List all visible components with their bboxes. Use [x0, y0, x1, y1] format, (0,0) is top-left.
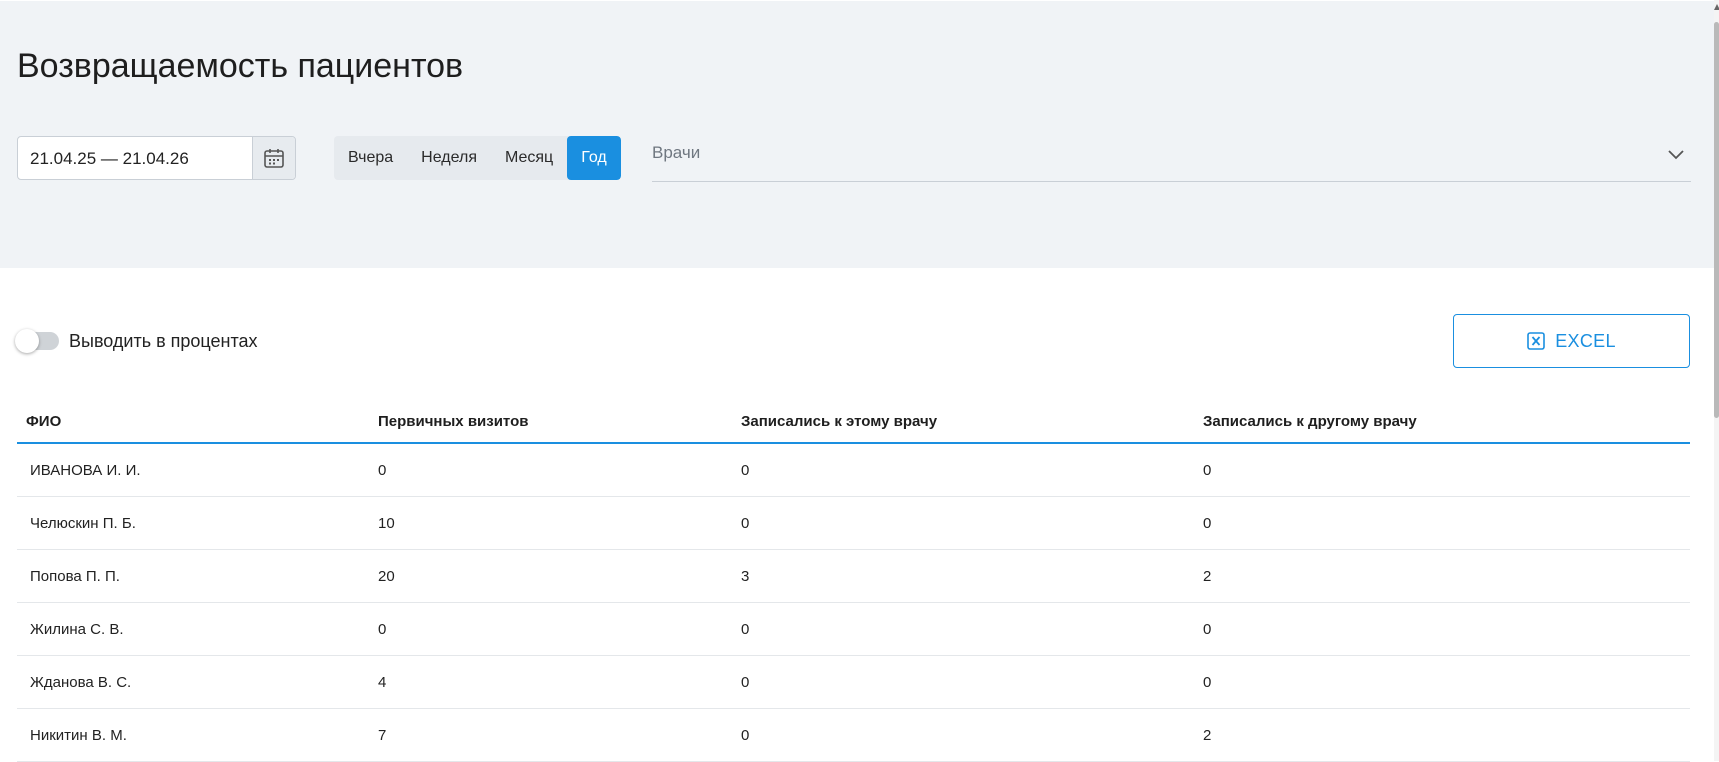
- period-month-button[interactable]: Месяц: [491, 136, 567, 180]
- cell-other-doctor: 2: [1203, 549, 1690, 603]
- table-row[interactable]: Челюскин П. Б. 10 0 0: [17, 496, 1690, 550]
- percent-toggle-row: Выводить в процентах: [15, 328, 258, 354]
- cell-other-doctor: 2: [1203, 708, 1690, 762]
- cell-name: Никитин В. М.: [17, 708, 378, 762]
- table-row[interactable]: Жилина С. В. 0 0 0: [17, 602, 1690, 656]
- calendar-button[interactable]: [252, 137, 295, 179]
- cell-name: ИВАНОВА И. И.: [17, 443, 378, 497]
- percent-toggle-label[interactable]: Выводить в процентах: [69, 331, 258, 352]
- cell-this-doctor: 0: [741, 496, 1203, 550]
- table-row[interactable]: Жданова В. С. 4 0 0: [17, 655, 1690, 709]
- date-range-value[interactable]: 21.04.25 — 21.04.26: [30, 149, 189, 169]
- calendar-icon: [264, 149, 284, 168]
- column-header-other-doctor[interactable]: Записались к другому врачу: [1203, 400, 1690, 444]
- cell-this-doctor: 3: [741, 549, 1203, 603]
- table-header-row: ФИО Первичных визитов Записались к этому…: [17, 400, 1690, 444]
- excel-icon: [1527, 332, 1546, 350]
- period-selector: Вчера Неделя Месяц Год: [334, 136, 621, 180]
- excel-button-label: EXCEL: [1555, 330, 1616, 351]
- cell-first-visits: 20: [378, 549, 741, 603]
- cell-this-doctor: 0: [741, 708, 1203, 762]
- table-row[interactable]: Попова П. П. 20 3 2: [17, 549, 1690, 603]
- cell-first-visits: 0: [378, 443, 741, 497]
- cell-this-doctor: 0: [741, 443, 1203, 497]
- cell-first-visits: 0: [378, 602, 741, 656]
- excel-export-button[interactable]: EXCEL: [1453, 314, 1690, 368]
- cell-first-visits: 10: [378, 496, 741, 550]
- column-header-this-doctor[interactable]: Записались к этому врачу: [741, 400, 1203, 444]
- percent-toggle[interactable]: [15, 329, 59, 353]
- column-header-name[interactable]: ФИО: [17, 400, 378, 444]
- cell-first-visits: 7: [378, 708, 741, 762]
- date-range-picker[interactable]: 21.04.25 — 21.04.26: [17, 136, 296, 180]
- cell-this-doctor: 0: [741, 602, 1203, 656]
- toggle-knob[interactable]: [15, 329, 39, 353]
- patient-return-table: ФИО Первичных визитов Записались к этому…: [17, 400, 1690, 762]
- scroll-up-icon[interactable]: [1714, 4, 1719, 10]
- cell-this-doctor: 0: [741, 655, 1203, 709]
- filter-panel: Возвращаемость пациентов 21.04.25 — 21.0…: [0, 1, 1714, 268]
- vertical-scrollbar[interactable]: [1714, 0, 1719, 761]
- period-yesterday-button[interactable]: Вчера: [334, 136, 407, 180]
- period-year-button[interactable]: Год: [567, 136, 621, 180]
- cell-name: Жданова В. С.: [17, 655, 378, 709]
- cell-first-visits: 4: [378, 655, 741, 709]
- period-week-button[interactable]: Неделя: [407, 136, 491, 180]
- cell-other-doctor: 0: [1203, 496, 1690, 550]
- cell-other-doctor: 0: [1203, 655, 1690, 709]
- doctors-select[interactable]: Врачи: [652, 136, 1691, 182]
- cell-name: Жилина С. В.: [17, 602, 378, 656]
- scrollbar-thumb[interactable]: [1714, 22, 1719, 418]
- cell-name: Челюскин П. Б.: [17, 496, 378, 550]
- cell-other-doctor: 0: [1203, 443, 1690, 497]
- column-header-first-visits[interactable]: Первичных визитов: [378, 400, 741, 444]
- cell-other-doctor: 0: [1203, 602, 1690, 656]
- page-title: Возвращаемость пациентов: [17, 47, 464, 85]
- doctors-placeholder: Врачи: [652, 143, 701, 162]
- chevron-down-icon[interactable]: [1667, 148, 1685, 160]
- table-row[interactable]: Никитин В. М. 7 0 2: [17, 708, 1690, 762]
- table-row[interactable]: ИВАНОВА И. И. 0 0 0: [17, 443, 1690, 497]
- cell-name: Попова П. П.: [17, 549, 378, 603]
